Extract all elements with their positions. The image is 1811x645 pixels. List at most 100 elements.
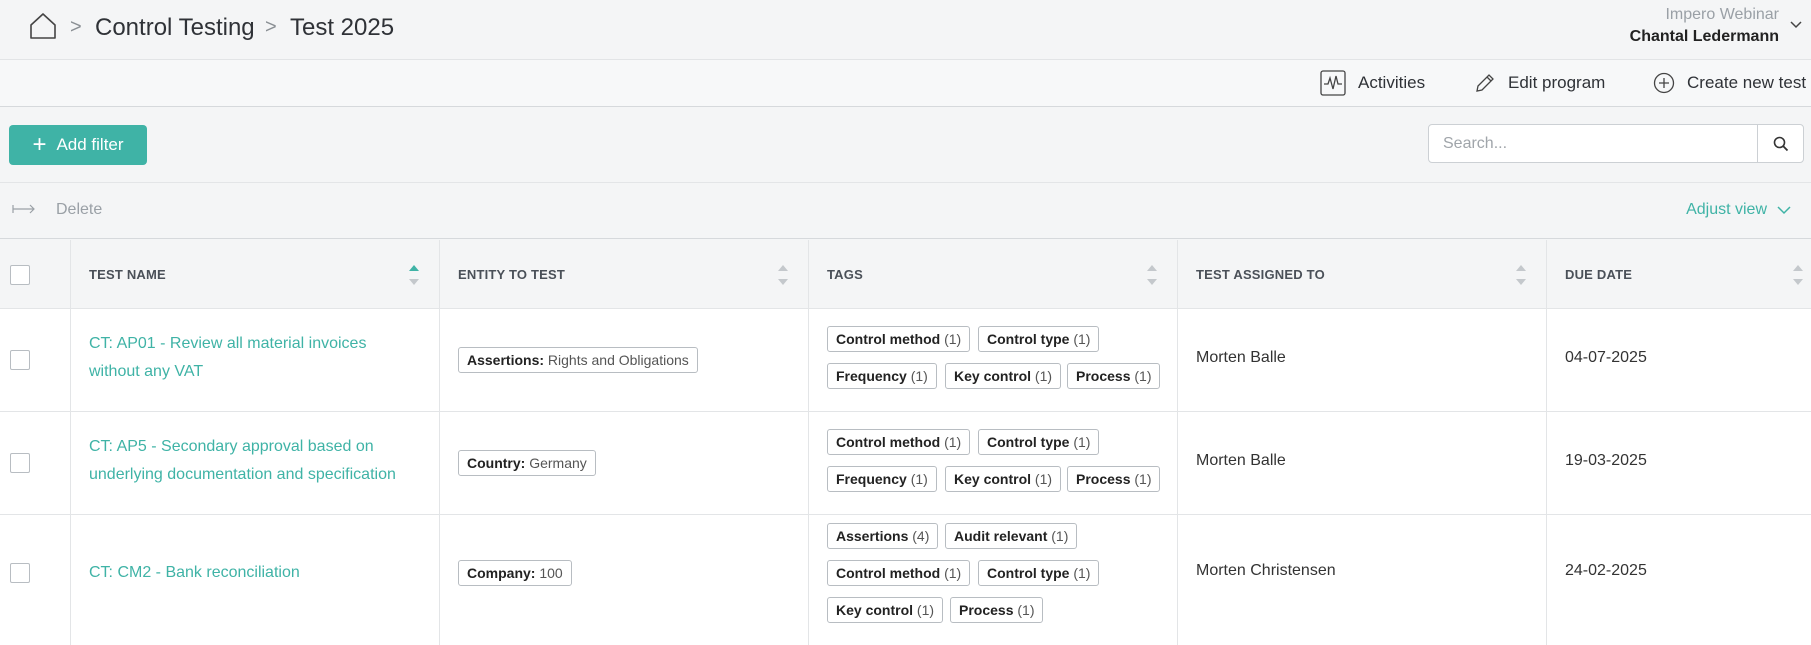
tag-chip: Assertions (4)	[827, 523, 939, 549]
tag-name: Key control	[954, 471, 1032, 487]
tag-chip: Frequency (1)	[827, 466, 937, 492]
row-checkbox[interactable]	[10, 350, 30, 370]
tag-name: Process	[1076, 368, 1131, 384]
adjust-view-button[interactable]: Adjust view	[1686, 201, 1791, 219]
create-new-test-label: Create new test	[1687, 73, 1807, 92]
activities-label: Activities	[1358, 73, 1426, 92]
tag-count: (1)	[940, 331, 962, 347]
adjust-view-label: Adjust view	[1686, 201, 1767, 218]
tag-count: (1)	[906, 471, 928, 487]
sort-icon	[1147, 265, 1157, 285]
entity-key: Company:	[467, 565, 536, 581]
entity-chip: Company: 100	[458, 560, 572, 586]
column-label: TAGS	[827, 267, 863, 282]
assigned-cell: Morten Balle	[1178, 412, 1547, 514]
table-row[interactable]: CT: AP5 - Secondary approval based on un…	[0, 412, 1811, 515]
chevron-down-icon	[1777, 206, 1791, 215]
assignee-name: Morten Christensen	[1196, 562, 1336, 579]
tag-count: (1)	[913, 602, 935, 618]
tag-count: (1)	[1069, 434, 1091, 450]
column-label: ENTITY TO TEST	[458, 267, 566, 282]
tag-name: Frequency	[836, 368, 907, 384]
entity-value: Germany	[525, 455, 587, 471]
column-header-assigned-to[interactable]: TEST ASSIGNED TO	[1178, 240, 1547, 309]
tag-chip: Control type (1)	[978, 326, 1100, 352]
entity-cell: Country: Germany	[440, 412, 809, 514]
row-select-cell	[0, 309, 71, 411]
tag-name: Process	[959, 602, 1014, 618]
select-all-cell	[0, 240, 71, 309]
tag-chip: Control type (1)	[978, 429, 1100, 455]
test-name-cell: CT: CM2 - Bank reconciliation	[71, 515, 440, 645]
row-select-cell	[0, 515, 71, 645]
test-name-cell: CT: AP01 - Review all material invoices …	[71, 309, 440, 411]
add-filter-label: Add filter	[56, 135, 124, 154]
entity-value: Rights and Obligations	[544, 352, 689, 368]
user-menu[interactable]: Impero Webinar Chantal Ledermann	[1630, 4, 1779, 48]
edit-program-label: Edit program	[1508, 73, 1606, 92]
assignee-name: Morten Balle	[1196, 452, 1286, 469]
tag-count: (1)	[906, 368, 928, 384]
tag-chip: Control method (1)	[827, 560, 971, 586]
test-name-line: underlying documentation and specificati…	[89, 466, 396, 483]
move-arrow-icon[interactable]	[12, 201, 36, 217]
select-all-checkbox[interactable]	[10, 265, 30, 285]
test-name-link[interactable]: CT: AP5 - Secondary approval based on un…	[89, 433, 396, 489]
tag-chip: Control method (1)	[827, 326, 971, 352]
tag-chip: Key control (1)	[945, 466, 1062, 492]
edit-program-button[interactable]: Edit program	[1474, 70, 1605, 96]
test-name-link[interactable]: CT: AP01 - Review all material invoices …	[89, 330, 366, 386]
column-header-due-date[interactable]: DUE DATE	[1547, 240, 1811, 309]
tag-count: (1)	[1047, 528, 1069, 544]
column-header-test-name[interactable]: TEST NAME	[71, 240, 440, 309]
tag-chip: Process (1)	[1067, 466, 1161, 492]
tag-chip: Control type (1)	[978, 560, 1100, 586]
tag-count: (1)	[1069, 331, 1091, 347]
chevron-down-icon[interactable]	[1789, 20, 1803, 30]
search-input[interactable]	[1429, 125, 1757, 162]
home-icon[interactable]	[28, 12, 58, 40]
column-header-tags[interactable]: TAGS	[809, 240, 1178, 309]
tag-count: (1)	[1130, 471, 1152, 487]
breadcrumb-test-2025: Test 2025	[290, 14, 395, 41]
tag-count: (1)	[940, 434, 962, 450]
tag-count: (1)	[1031, 368, 1053, 384]
column-header-entity[interactable]: ENTITY TO TEST	[440, 240, 809, 309]
table-header: TEST NAME ENTITY TO TEST TAGS TEST ASSIG…	[0, 240, 1811, 309]
table-row[interactable]: CT: AP01 - Review all material invoices …	[0, 309, 1811, 412]
row-checkbox[interactable]	[10, 563, 30, 583]
delete-button[interactable]: Delete	[56, 201, 102, 219]
filter-bar: + Add filter	[0, 107, 1811, 183]
activity-icon	[1320, 70, 1346, 96]
tag-count: (1)	[1013, 602, 1035, 618]
tag-name: Key control	[836, 602, 914, 618]
due-date-cell: 24-02-2025	[1547, 515, 1811, 645]
tag-count: (1)	[1031, 471, 1053, 487]
tag-name: Assertions	[836, 528, 909, 544]
table-row[interactable]: CT: CM2 - Bank reconciliation Company: 1…	[0, 515, 1811, 645]
action-bar: Activities Edit program Create new test	[0, 60, 1811, 107]
create-new-test-button[interactable]: Create new test	[1653, 70, 1806, 96]
breadcrumb-separator: >	[265, 16, 277, 38]
sort-icon	[1516, 265, 1526, 285]
sort-icon	[778, 265, 788, 285]
row-checkbox[interactable]	[10, 453, 30, 473]
tag-name: Frequency	[836, 471, 907, 487]
breadcrumb-control-testing[interactable]: Control Testing	[95, 14, 255, 42]
tag-name: Control type	[987, 565, 1070, 581]
sort-icon	[1793, 265, 1803, 285]
search-icon	[1773, 136, 1788, 151]
entity-key: Assertions:	[467, 352, 545, 368]
tag-chip: Audit relevant (1)	[945, 523, 1078, 549]
test-name-link[interactable]: CT: CM2 - Bank reconciliation	[89, 559, 300, 587]
tag-count: (4)	[908, 528, 930, 544]
user-name: Chantal Ledermann	[1629, 28, 1779, 45]
search-button[interactable]	[1757, 125, 1803, 162]
activities-button[interactable]: Activities	[1320, 70, 1425, 96]
due-date: 19-03-2025	[1565, 452, 1647, 469]
add-filter-button[interactable]: + Add filter	[9, 125, 147, 165]
column-label: TEST NAME	[89, 267, 166, 282]
entity-cell: Assertions: Rights and Obligations	[440, 309, 809, 411]
entity-value: 100	[535, 565, 563, 581]
test-name-cell: CT: AP5 - Secondary approval based on un…	[71, 412, 440, 514]
